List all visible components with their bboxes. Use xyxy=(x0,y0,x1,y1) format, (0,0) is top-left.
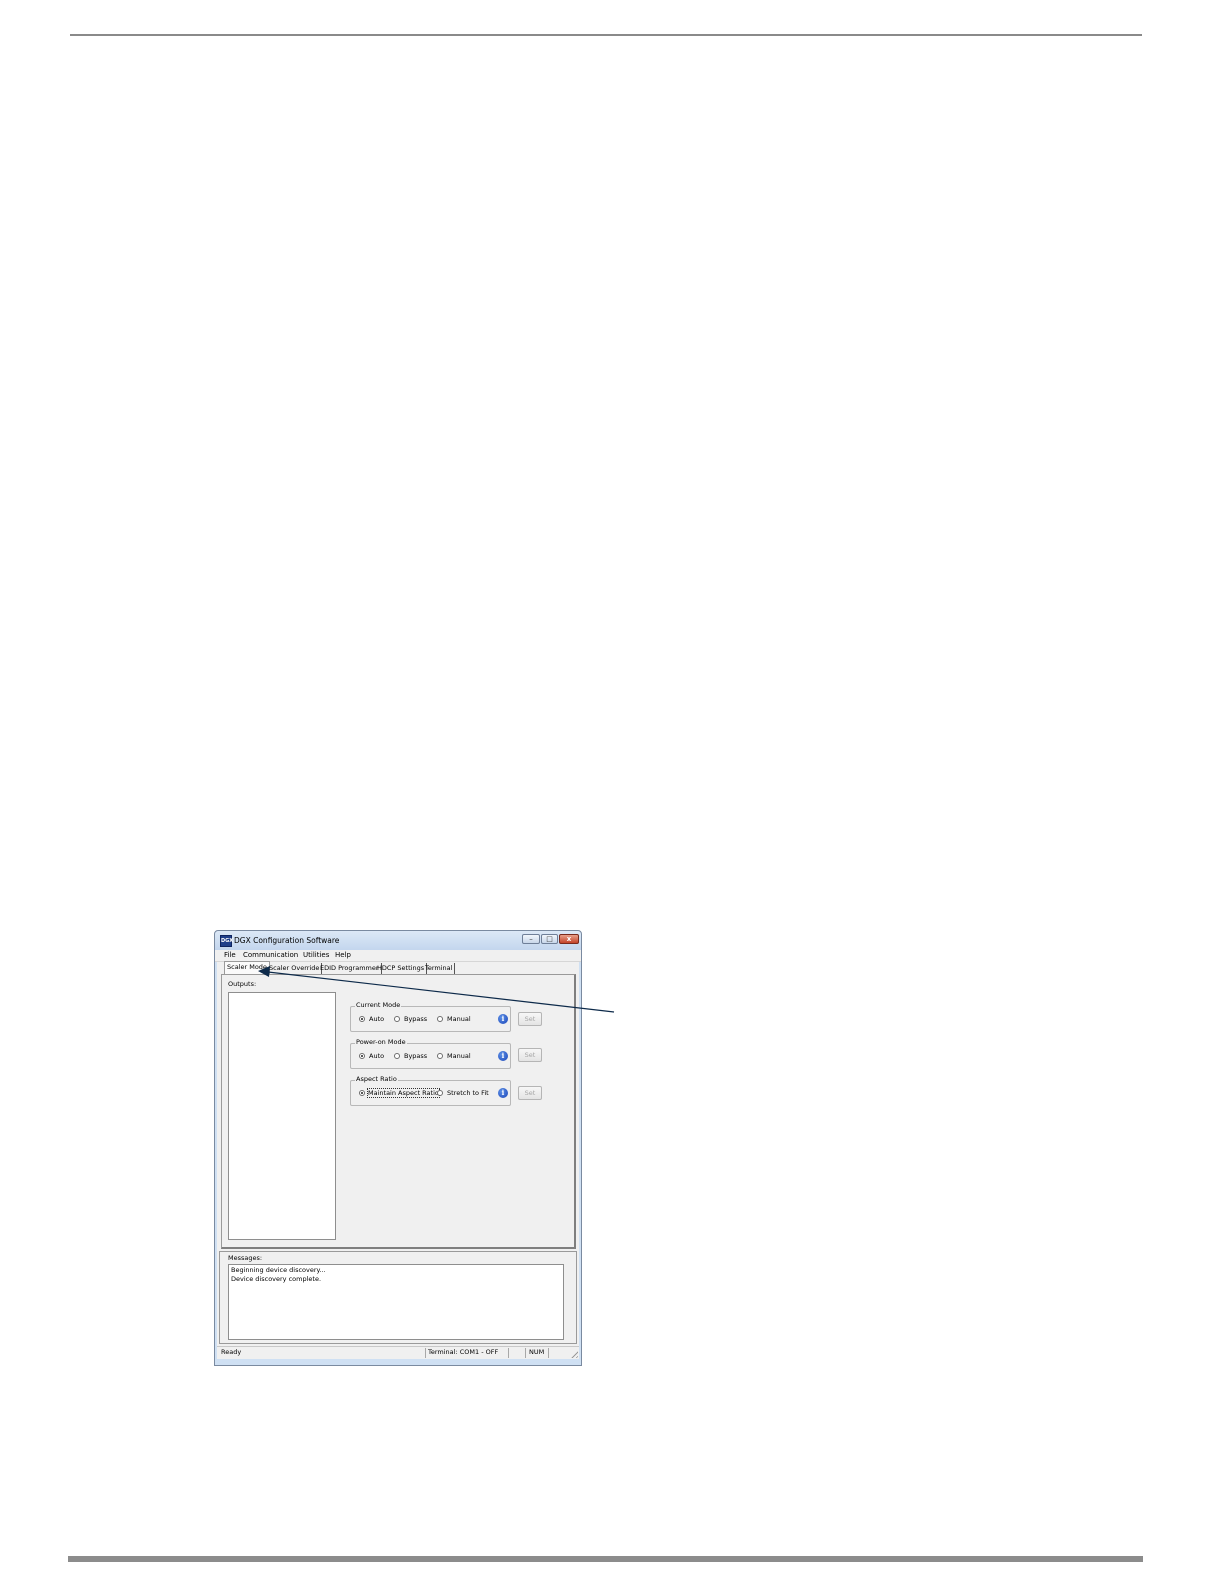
menu-communication[interactable]: Communication xyxy=(243,951,298,959)
message-line: Beginning device discovery... xyxy=(231,1266,326,1274)
aspect-ratio-stretch-radio[interactable] xyxy=(437,1090,443,1096)
resize-grip-icon[interactable] xyxy=(569,1349,578,1358)
tab-terminal[interactable]: Terminal xyxy=(423,963,456,974)
current-mode-auto-radio[interactable] xyxy=(359,1016,365,1022)
menu-file[interactable]: File xyxy=(224,951,236,959)
aspect-ratio-stretch-label[interactable]: Stretch to Fit xyxy=(447,1089,489,1097)
dgx-configuration-window: DGX DGX Configuration Software – □ x Fil… xyxy=(214,930,582,1366)
status-divider xyxy=(508,1348,509,1358)
close-button[interactable]: x xyxy=(559,934,579,944)
messages-frame: Messages: Beginning device discovery... … xyxy=(219,1251,577,1344)
power-on-mode-info-icon[interactable]: i xyxy=(498,1051,508,1061)
power-on-mode-manual-radio[interactable] xyxy=(437,1053,443,1059)
status-num: NUM xyxy=(529,1348,545,1356)
current-mode-bypass-radio[interactable] xyxy=(394,1016,400,1022)
power-on-mode-bypass-label[interactable]: Bypass xyxy=(404,1052,427,1060)
power-on-mode-group: Power-on Mode Auto Bypass Manual i xyxy=(350,1038,511,1069)
current-mode-auto-label[interactable]: Auto xyxy=(369,1015,384,1023)
maximize-button[interactable]: □ xyxy=(541,934,558,944)
menu-utilities[interactable]: Utilities xyxy=(303,951,329,959)
callout-arrow xyxy=(258,966,615,1013)
outputs-label: Outputs: xyxy=(228,980,257,988)
aspect-ratio-group: Aspect Ratio Maintain Aspect Ratio Stret… xyxy=(350,1075,511,1106)
tab-hdcp-settings[interactable]: HDCP Settings xyxy=(375,963,428,974)
status-ready: Ready xyxy=(221,1348,242,1356)
aspect-ratio-maintain-label[interactable]: Maintain Aspect Ratio xyxy=(367,1088,440,1098)
current-mode-manual-label[interactable]: Manual xyxy=(447,1015,471,1023)
aspect-ratio-title: Aspect Ratio xyxy=(355,1075,398,1083)
tab-scaler-override[interactable]: Scaler Override xyxy=(267,963,323,974)
aspect-ratio-info-icon[interactable]: i xyxy=(498,1088,508,1098)
minimize-button[interactable]: – xyxy=(522,934,540,944)
tab-edid-programmer[interactable]: EDID Programmer xyxy=(318,963,382,974)
current-mode-info-icon[interactable]: i xyxy=(498,1014,508,1024)
status-divider xyxy=(525,1348,526,1358)
status-terminal: Terminal: COM1 - OFF xyxy=(428,1348,499,1356)
header-rule xyxy=(70,34,1142,36)
messages-label: Messages: xyxy=(228,1254,263,1262)
power-on-mode-auto-label[interactable]: Auto xyxy=(369,1052,384,1060)
current-mode-manual-radio[interactable] xyxy=(437,1016,443,1022)
client-area: Scaler Mode Scaler Override EDID Program… xyxy=(217,961,579,1359)
current-mode-title: Current Mode xyxy=(355,1001,402,1009)
title-bar[interactable]: DGX DGX Configuration Software – □ x xyxy=(215,931,581,950)
message-line: Device discovery complete. xyxy=(231,1274,322,1283)
status-bar: Ready Terminal: COM1 - OFF NUM xyxy=(217,1346,579,1359)
outputs-list[interactable] xyxy=(228,992,336,1240)
aspect-ratio-maintain-radio[interactable] xyxy=(359,1090,365,1096)
power-on-mode-title: Power-on Mode xyxy=(355,1038,407,1046)
scaler-mode-panel: Outputs: Current Mode Auto Bypass Manual… xyxy=(221,974,576,1249)
menu-help[interactable]: Help xyxy=(335,951,351,959)
footer-rule xyxy=(68,1556,1143,1562)
power-on-mode-set-button[interactable]: Set xyxy=(518,1048,542,1062)
current-mode-group: Current Mode Auto Bypass Manual i xyxy=(350,1001,511,1032)
current-mode-bypass-label[interactable]: Bypass xyxy=(404,1015,427,1023)
power-on-mode-auto-radio[interactable] xyxy=(359,1053,365,1059)
messages-log[interactable]: Beginning device discovery... Device dis… xyxy=(228,1264,564,1340)
power-on-mode-manual-label[interactable]: Manual xyxy=(447,1052,471,1060)
window-title: DGX Configuration Software xyxy=(234,936,340,945)
status-divider xyxy=(548,1348,549,1358)
tab-scaler-mode[interactable]: Scaler Mode xyxy=(224,961,270,974)
aspect-ratio-set-button[interactable]: Set xyxy=(518,1086,542,1100)
app-logo-icon: DGX xyxy=(220,935,233,947)
power-on-mode-bypass-radio[interactable] xyxy=(394,1053,400,1059)
current-mode-set-button[interactable]: Set xyxy=(518,1012,542,1026)
